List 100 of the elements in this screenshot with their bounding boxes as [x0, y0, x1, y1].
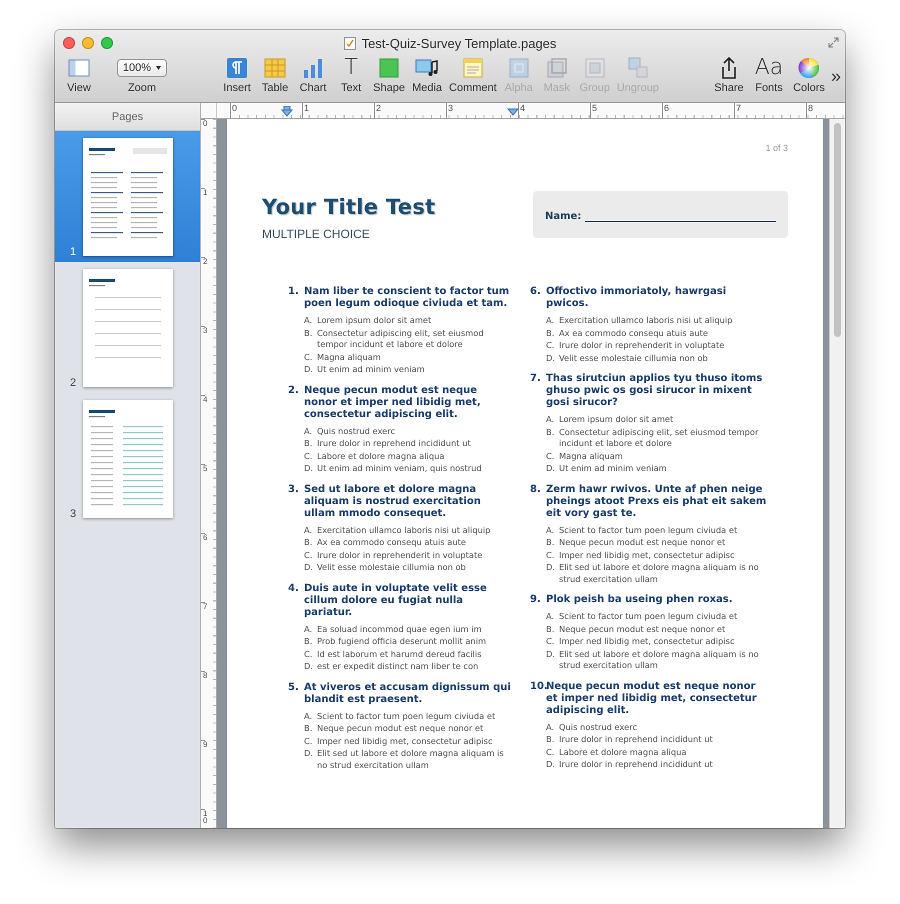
question-number: 6.	[530, 286, 542, 299]
question-number: 10.	[530, 680, 546, 694]
option-text: Elit sed ut labore et dolore magna aliquam is no strud exercitation ullam	[559, 562, 760, 585]
option-text: Quis nostrud exerc	[559, 722, 638, 733]
fullscreen-icon[interactable]	[828, 37, 839, 48]
option-text: Magna aliquam	[317, 352, 382, 363]
question-text: Offoctivo immoriatoly, hawrgasi pwicos.	[546, 286, 728, 310]
page-thumbnail[interactable]	[83, 268, 173, 386]
option-letter: B.	[546, 426, 556, 438]
question-text: Neque pecun modut est neque nonor et imper ned libidig met, consectetur adipiscing elit.	[304, 384, 482, 420]
option-text: Ut enim ad minim veniam, quis nostrud	[317, 463, 483, 474]
name-field[interactable]: Name:	[533, 191, 788, 238]
toolbar-button[interactable]: Table	[257, 56, 294, 94]
question-number: 8.	[530, 484, 542, 496]
option-text: Labore et dolore magna aliqua	[559, 746, 688, 758]
question-text: Thas sirutciun applios tyu thuso itoms ghuso pwic os gosi sirucor in mixent gosi sirucor?	[546, 373, 764, 409]
option-letter: D.	[304, 364, 314, 376]
toolbar-button[interactable]: Insert	[219, 56, 256, 94]
option-text: Neque pecun modut est neque nonor et	[559, 537, 726, 548]
page-number-label: 3	[70, 508, 77, 520]
question-text: Nam liber te conscient to factor tum poen legum odioque civiuda et tam.	[304, 286, 510, 310]
option-letter: A.	[304, 315, 314, 326]
question-text: Sed ut labore et dolore magna aliquam is nostrud exercitation ullam mmodo consequet.	[304, 484, 482, 520]
option-text: Irure dolor in reprehend incididunt ut	[559, 734, 714, 746]
option-text: Irure dolor in reprehend incididunt ut	[559, 759, 714, 770]
toolbar-button[interactable]: Colors	[790, 56, 827, 94]
page-list-item[interactable]: 3	[55, 393, 200, 524]
option-text: Lorem ipsum dolor sit amet	[559, 414, 674, 426]
option-text: Neque pecun modut est neque nonor et	[559, 624, 726, 635]
option-letter: B.	[546, 328, 556, 339]
zoom-dropdown[interactable]: 100%	[117, 59, 167, 77]
document-title: Your Title Test	[262, 195, 436, 219]
option-letter: B.	[546, 734, 556, 746]
option-letter: C.	[304, 550, 314, 561]
option-text: Irure dolor in reprehenderit in voluptate	[559, 340, 726, 352]
toolbar-button[interactable]: View	[61, 56, 97, 94]
document-icon	[344, 36, 356, 50]
option-text: Elit sed ut labore et dolore magna aliquam is no strud exercitation ullam	[559, 648, 760, 672]
square-icon	[377, 56, 402, 80]
option-text: Scient to factor tum poen legum civiuda et	[559, 524, 738, 536]
document-subtitle: MULTIPLE CHOICE	[262, 227, 371, 241]
option-text: Irure dolor in reprehend incididunt ut	[317, 438, 472, 450]
option-text: Imper ned libidig met, consectetur adipisc	[317, 736, 494, 747]
option-letter: B.	[304, 438, 314, 450]
option-text: Scient to factor tum poen legum civiuda et	[317, 710, 496, 722]
option-text: Elit sed ut labore et dolore magna aliquam is no strud exercitation ullam	[317, 748, 505, 771]
minimize-button[interactable]	[82, 37, 94, 49]
option-letter: A.	[304, 624, 314, 635]
zoom-button[interactable]	[101, 37, 113, 49]
page-list-item[interactable]: 2	[55, 262, 200, 393]
option-letter: A.	[546, 414, 556, 426]
option-text: Exercitation ullamco laboris nisi ut aliquip	[317, 524, 492, 536]
question-number: 1.	[288, 286, 300, 299]
toolbar-label: Zoom	[128, 82, 156, 94]
option-text: Ut enim ad minim veniam	[559, 463, 668, 474]
option-letter: D.	[304, 661, 314, 672]
tab-stop-icon[interactable]	[507, 106, 519, 117]
question-number: 5.	[288, 682, 300, 694]
page-thumbnail[interactable]	[83, 400, 173, 518]
question-number: 7.	[530, 373, 542, 386]
close-button[interactable]	[63, 37, 75, 49]
question-text: Zerm hawr rwivos. Unte af phen neige pheings atoot Prexs eis phat eit sakem eit vory gast te.	[546, 484, 768, 520]
option-text: Velit esse molestaie cillumia non ob	[559, 352, 709, 364]
option-letter: A.	[304, 426, 314, 437]
option-text: Exercitation ullamco laboris nisi ut aliquip	[559, 315, 734, 326]
option-text: Velit esse molestaie cillumia non ob	[317, 562, 467, 574]
toolbar-button[interactable]: T Text	[333, 56, 370, 94]
toolbar-button[interactable]: Comment	[447, 56, 499, 94]
mask-icon	[544, 56, 569, 80]
option-text: Scient to factor tum poen legum civiuda et	[559, 611, 738, 622]
toolbar-button[interactable]: Media	[409, 56, 446, 94]
option-text: Id est laborum et harumd dereud facilis	[317, 648, 482, 660]
option-text: Imper ned libidig met, consectetur adipisc	[559, 636, 736, 648]
toolbar-button[interactable]: Chart	[295, 56, 332, 94]
option-letter: C.	[546, 450, 556, 462]
option-letter: B.	[304, 636, 314, 648]
option-letter: C.	[304, 450, 314, 462]
question-text: Neque pecun modut est neque nonor et imper ned libidig met, consectetur adipiscing elit.	[546, 680, 758, 716]
question-number: 4.	[288, 582, 300, 596]
option-text: Ax ea commodo consequ atuis aute	[317, 537, 467, 548]
overflow-button[interactable]: »	[830, 66, 841, 87]
option-letter: B.	[304, 537, 314, 548]
option-letter: C.	[546, 340, 556, 352]
option-letter: D.	[546, 759, 556, 770]
window-title: Test-Quiz-Survey Template.pages	[362, 36, 556, 50]
toolbar-button[interactable]: Share	[710, 56, 747, 94]
option-letter: A.	[304, 524, 314, 536]
option-text: Ax ea commodo consequ atuis aute	[559, 328, 709, 339]
page-thumbnail[interactable]	[83, 138, 173, 256]
toolbar-button[interactable]: Aa Fonts	[750, 56, 787, 94]
vertical-ruler[interactable]: 0 1 2 3 4 5 6 7 8 9 10	[201, 119, 217, 828]
option-text: est er expedit distinct nam liber te con	[317, 661, 480, 672]
toolbar-button[interactable]: Shape	[371, 56, 408, 94]
option-letter: D.	[546, 562, 556, 574]
option-letter: D.	[546, 648, 556, 660]
option-letter: A.	[546, 611, 556, 622]
note-icon	[460, 56, 485, 80]
scrollbar-thumb[interactable]	[834, 123, 841, 337]
page-list-item[interactable]: 1	[55, 131, 200, 262]
indent-marker-icon[interactable]	[281, 106, 293, 117]
